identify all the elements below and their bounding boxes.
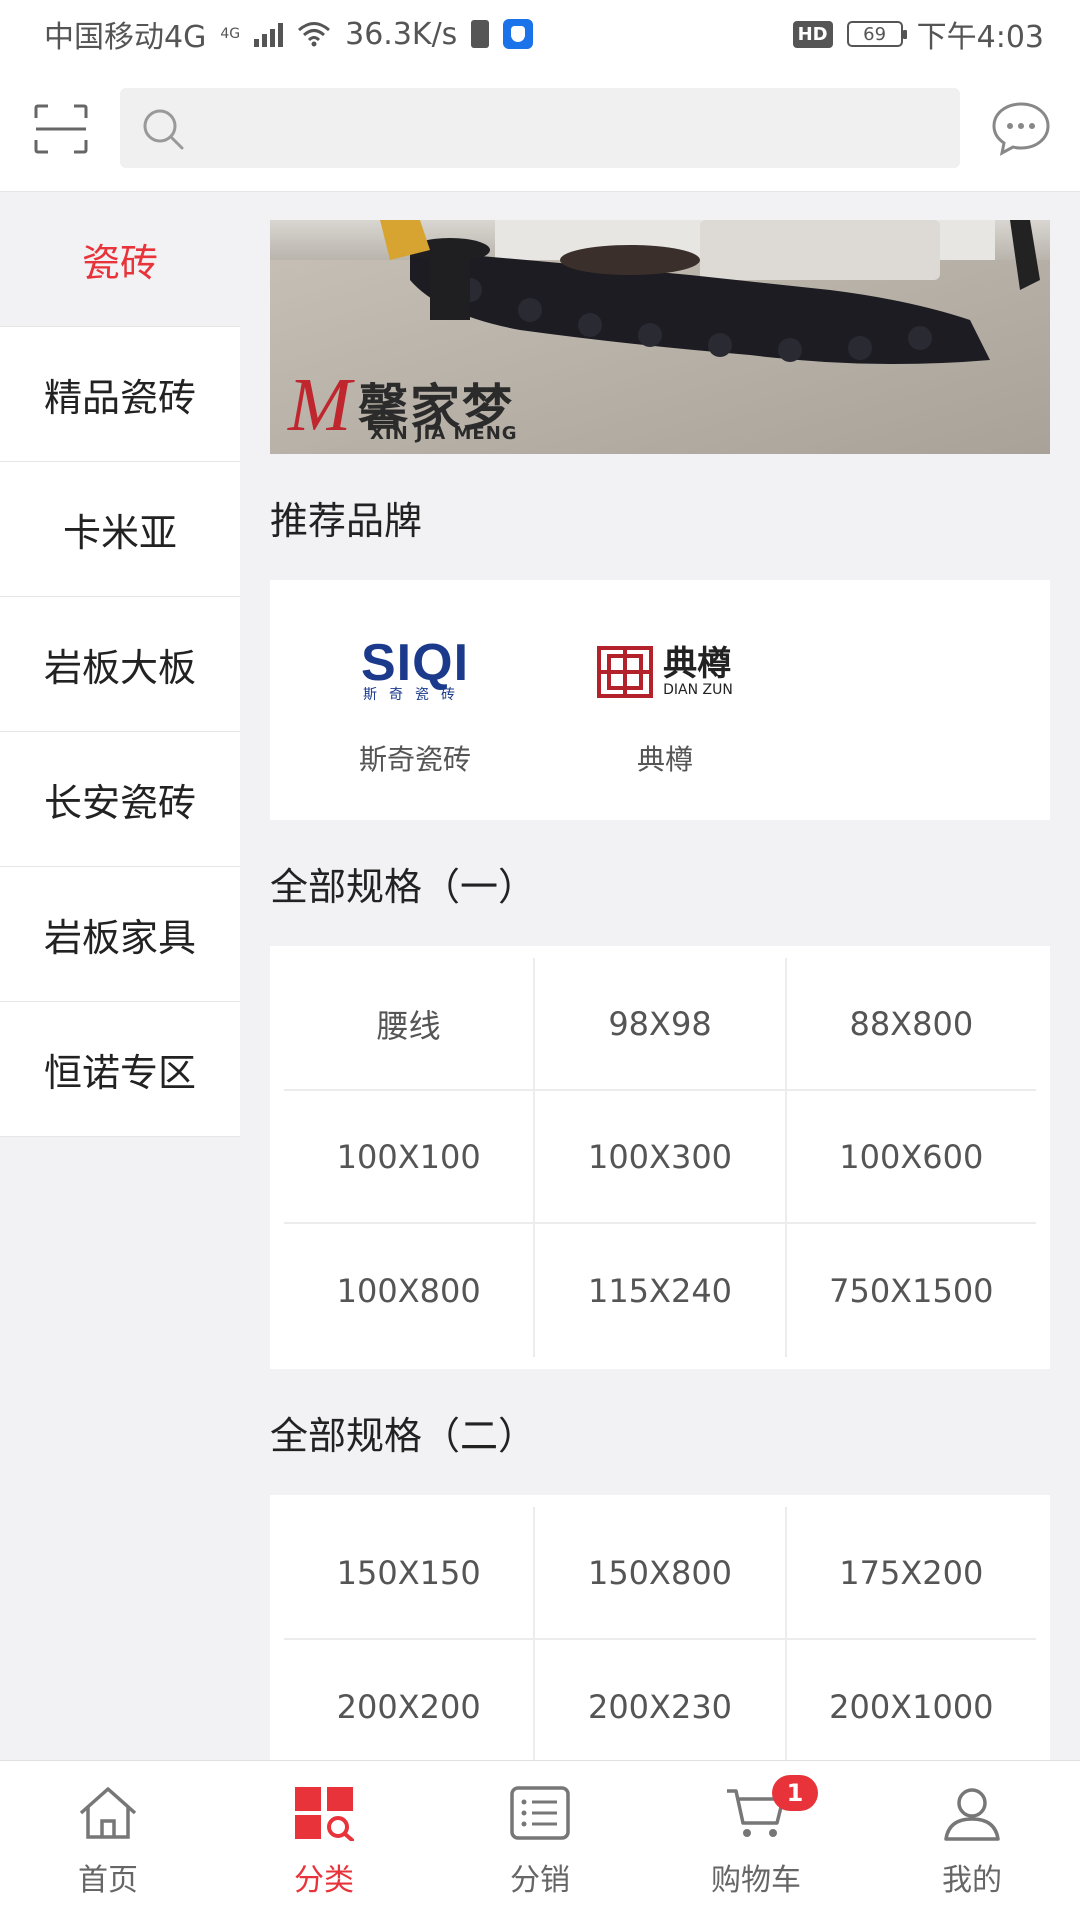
siqi-logo: SIQI 斯奇瓷砖 — [360, 634, 470, 704]
tab-profile[interactable]: 我的 — [864, 1761, 1080, 1920]
user-icon — [944, 1788, 1000, 1841]
dianzun-logo-text: 典樽 — [663, 644, 732, 684]
spec-cell[interactable]: 150X150 — [284, 1507, 536, 1638]
spec-cell[interactable]: 100X100 — [284, 1091, 536, 1222]
spec-cell[interactable]: 175X200 — [787, 1507, 1036, 1638]
network-badge: 4G — [220, 26, 241, 42]
spec-cell[interactable]: 100X300 — [535, 1091, 787, 1222]
tab-label: 分类 — [294, 1863, 354, 1898]
tab-label: 购物车 — [711, 1863, 801, 1898]
search-input[interactable] — [120, 88, 960, 168]
tab-label: 分销 — [510, 1863, 570, 1898]
promo-banner[interactable]: M 馨家梦 XIN JIA MENG — [270, 220, 1050, 454]
spec-row: 100X800 115X240 750X1500 — [284, 1224, 1036, 1357]
spec-cell[interactable]: 150X800 — [535, 1507, 787, 1638]
spec-cell[interactable]: 200X230 — [535, 1640, 787, 1773]
banner-brand-en: XIN JIA MENG — [370, 423, 518, 444]
status-bar: 中国移动4G 4G 36.3K/s HD 69 下午4:03 — [0, 0, 1080, 68]
brand-list: SIQI 斯奇瓷砖 斯奇瓷砖 典樽 DIAN ZUN 典樽 — [270, 580, 1050, 820]
spec-cell[interactable]: 腰线 — [284, 958, 536, 1089]
list-icon — [510, 1786, 570, 1840]
hd-badge: HD — [792, 20, 833, 48]
siqi-logo-sub: 斯奇瓷砖 — [363, 687, 467, 703]
sidebar-item-slab-furniture[interactable]: 岩板家具 — [0, 867, 240, 1002]
spec-cell[interactable]: 100X800 — [284, 1224, 536, 1357]
brand-item-siqi[interactable]: SIQI 斯奇瓷砖 斯奇瓷砖 — [290, 634, 540, 820]
spec-cell[interactable]: 88X800 — [787, 958, 1036, 1089]
tab-category[interactable]: 分类 — [216, 1761, 432, 1920]
sidebar-item-tiles[interactable]: 瓷砖 — [0, 192, 240, 327]
home-icon — [79, 1787, 137, 1839]
signal-icon — [254, 21, 284, 47]
spec-row: 腰线 98X98 88X800 — [284, 958, 1036, 1091]
spec-row: 150X150 150X800 175X200 — [284, 1507, 1036, 1640]
sidebar-item-slab[interactable]: 岩板大板 — [0, 597, 240, 732]
category-icon — [295, 1787, 354, 1841]
carrier-label: 中国移动4G — [44, 20, 207, 55]
scan-icon[interactable] — [34, 104, 88, 154]
dianzun-emblem-icon — [597, 646, 654, 698]
spec-cell[interactable]: 98X98 — [535, 958, 787, 1089]
dianzun-logo-sub: DIAN ZUN — [663, 682, 733, 698]
spec-grid-2: 150X150 150X800 175X200 200X200 200X230 … — [270, 1495, 1050, 1785]
dianzun-logo: 典樽 DIAN ZUN — [597, 640, 733, 704]
spec-section-2-title: 全部规格（二） — [270, 1413, 537, 1458]
tab-label: 首页 — [78, 1863, 138, 1898]
spec-cell[interactable]: 750X1500 — [787, 1224, 1036, 1357]
chat-bubble-icon[interactable] — [990, 100, 1052, 156]
sidebar-item-changan[interactable]: 长安瓷砖 — [0, 732, 240, 867]
top-header — [0, 68, 1080, 192]
network-speed: 36.3K/s — [345, 16, 458, 52]
tab-label: 我的 — [942, 1863, 1002, 1898]
main-content: M 馨家梦 XIN JIA MENG 推荐品牌 SIQI 斯奇瓷砖 斯奇瓷砖 典… — [270, 220, 1050, 1785]
shield-icon — [503, 19, 534, 49]
spec-cell[interactable]: 200X1000 — [787, 1640, 1036, 1773]
brand-name: 典樽 — [636, 743, 693, 776]
svg-text:M: M — [287, 363, 355, 447]
search-icon — [143, 109, 184, 150]
tab-home[interactable]: 首页 — [0, 1761, 216, 1920]
sidebar-item-premium-tiles[interactable]: 精品瓷砖 — [0, 327, 240, 462]
wifi-icon — [298, 22, 331, 47]
clock: 下午4:03 — [916, 20, 1044, 55]
spec-row: 200X200 200X230 200X1000 — [284, 1640, 1036, 1773]
spec-cell[interactable]: 115X240 — [535, 1224, 787, 1357]
spec-row: 100X100 100X300 100X600 — [284, 1091, 1036, 1224]
battery-icon: 69 — [846, 21, 907, 47]
cart-count-badge: 1 — [772, 1775, 818, 1811]
sidebar-item-hengnuo[interactable]: 恒诺专区 — [0, 1002, 240, 1137]
spec-cell[interactable]: 200X200 — [284, 1640, 536, 1773]
category-sidebar: 瓷砖 精品瓷砖 卡米亚 岩板大板 长安瓷砖 岩板家具 恒诺专区 — [0, 192, 240, 1137]
spec-section-1-title: 全部规格（一） — [270, 864, 537, 909]
tab-cart[interactable]: 1 购物车 — [648, 1761, 864, 1920]
battery-level: 69 — [863, 23, 887, 45]
brand-name: 斯奇瓷砖 — [358, 743, 471, 776]
tab-distribution[interactable]: 分销 — [432, 1761, 648, 1920]
spec-cell[interactable]: 100X600 — [787, 1091, 1036, 1222]
bottom-tab-bar: 首页 分类 分销 1 购物车 我的 — [0, 1760, 1080, 1920]
spec-grid-1: 腰线 98X98 88X800 100X100 100X300 100X600 … — [270, 946, 1050, 1369]
alert-icon — [471, 20, 490, 48]
sidebar-item-kamiya[interactable]: 卡米亚 — [0, 462, 240, 597]
recommended-brands-title: 推荐品牌 — [270, 498, 423, 543]
siqi-logo-text: SIQI — [360, 634, 470, 692]
brand-item-dianzun[interactable]: 典樽 DIAN ZUN 典樽 — [540, 640, 790, 820]
